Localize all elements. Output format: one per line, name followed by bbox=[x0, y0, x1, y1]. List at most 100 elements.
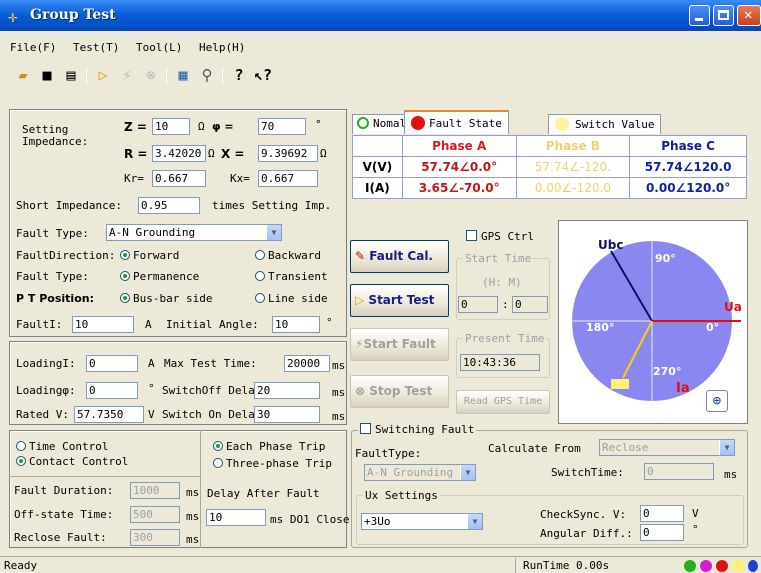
switch-time-input[interactable]: 0 bbox=[644, 463, 714, 480]
kx-label: Kx= bbox=[230, 172, 250, 185]
three-phase-trip-radio[interactable]: Three-phase Trip bbox=[213, 457, 332, 470]
chevron-down-icon: ▼ bbox=[467, 514, 482, 529]
each-phase-trip-radio[interactable]: Each Phase Trip bbox=[213, 440, 325, 453]
maximize-button[interactable] bbox=[713, 5, 734, 26]
start-fault-button[interactable]: ⚡Start Fault bbox=[350, 328, 449, 361]
stop-icon[interactable]: ⊗ bbox=[142, 65, 160, 85]
loading-phi-unit: ° bbox=[148, 382, 155, 395]
permanence-radio[interactable]: Permanence bbox=[120, 270, 199, 283]
gps-ctrl-checkbox[interactable]: GPS Ctrl bbox=[466, 230, 534, 243]
zoom-icon[interactable]: ⚲ bbox=[198, 65, 216, 85]
menu-tool[interactable]: Tool(L) bbox=[136, 41, 182, 54]
radio-icon bbox=[16, 441, 26, 451]
tab-normal[interactable]: Nomal bbox=[352, 114, 412, 134]
fault-type-select[interactable]: A-N Grounding ▼ bbox=[106, 224, 282, 241]
menu-test[interactable]: Test(T) bbox=[73, 41, 119, 54]
save-icon[interactable]: ■ bbox=[38, 65, 56, 85]
print-icon[interactable]: ▤ bbox=[62, 65, 80, 85]
switching-fault-checkbox[interactable]: Switching Fault bbox=[358, 423, 477, 436]
switchon-delay-input[interactable]: 30 bbox=[254, 406, 320, 423]
off-state-time-input[interactable]: 500 bbox=[130, 506, 180, 523]
green-indicator-icon bbox=[684, 560, 696, 572]
each-phase-trip-label: Each Phase Trip bbox=[226, 440, 326, 453]
x-input[interactable]: 9.39692 bbox=[258, 145, 318, 162]
cell-ia: 3.65∠-70.0° bbox=[401, 177, 517, 199]
zoom-button[interactable]: ⊕ bbox=[706, 390, 728, 412]
context-help-icon[interactable]: ↖? bbox=[254, 65, 272, 85]
magenta-indicator-icon bbox=[700, 560, 712, 572]
initial-angle-input[interactable]: 10 bbox=[272, 316, 320, 333]
ia-label: Ia bbox=[676, 381, 690, 396]
read-gps-time-button[interactable]: Read GPS Time bbox=[456, 390, 550, 414]
label-270: 270° bbox=[653, 365, 682, 378]
rated-v-input[interactable]: 57.7350 bbox=[74, 406, 144, 423]
start-test-button[interactable]: ▷ Start Test bbox=[350, 284, 449, 317]
rated-v-label: Rated V: bbox=[16, 408, 69, 421]
fault-duration-input[interactable]: 1000 bbox=[130, 482, 180, 499]
busbar-radio[interactable]: Bus-bar side bbox=[120, 292, 212, 305]
phi-input[interactable]: 70 bbox=[258, 118, 306, 135]
calculate-from-select[interactable]: Reclose ▼ bbox=[599, 439, 735, 456]
close-icon: ✕ bbox=[744, 7, 753, 23]
switchoff-delay-unit: ms bbox=[332, 386, 346, 399]
ux-select[interactable]: +3Uo ▼ bbox=[361, 513, 483, 530]
contact-control-radio[interactable]: Contact Control bbox=[16, 455, 128, 468]
calculate-from-value: Reclose bbox=[602, 441, 649, 454]
loading-phi-input[interactable]: 0 bbox=[86, 382, 138, 399]
tab-fault-state[interactable]: Fault State bbox=[404, 110, 509, 134]
time-control-radio[interactable]: Time Control bbox=[16, 440, 108, 453]
ohm-label: Ω bbox=[198, 120, 205, 133]
r-ohm: Ω bbox=[208, 147, 215, 160]
run-icon[interactable]: ▷ bbox=[94, 65, 112, 85]
gps-minute-input[interactable]: 0 bbox=[512, 296, 548, 313]
forward-radio[interactable]: Forward bbox=[120, 249, 179, 262]
yellow-status-icon bbox=[555, 117, 569, 131]
sw-fault-type-select[interactable]: A-N Grounding ▼ bbox=[364, 464, 476, 481]
present-time-input: 10:43:36 bbox=[460, 354, 540, 371]
forward-label: Forward bbox=[133, 249, 180, 262]
kr-input[interactable]: 0.667 bbox=[152, 170, 206, 187]
gps-hour-input[interactable]: 0 bbox=[458, 296, 498, 313]
transient-radio[interactable]: Transient bbox=[255, 270, 328, 283]
line-side-radio[interactable]: Line side bbox=[255, 292, 328, 305]
max-test-time-input[interactable]: 20000 bbox=[284, 355, 330, 372]
cell-ic: 0.00∠120.0° bbox=[629, 177, 747, 199]
check-sync-input[interactable]: 0 bbox=[640, 505, 684, 522]
max-test-time-unit: ms bbox=[332, 359, 346, 372]
z-input[interactable]: 10 bbox=[152, 118, 190, 135]
menu-file[interactable]: File(F) bbox=[10, 41, 56, 54]
help-icon[interactable]: ? bbox=[230, 65, 248, 85]
close-button[interactable]: ✕ bbox=[737, 5, 761, 26]
delay-after-fault-unit: ms DO1 Close bbox=[270, 513, 350, 526]
minimize-button[interactable] bbox=[689, 5, 710, 26]
reclose-fault-input[interactable]: 300 bbox=[130, 529, 180, 546]
kx-input[interactable]: 0.667 bbox=[258, 170, 318, 187]
switch-time-label: SwitchTime: bbox=[551, 466, 624, 479]
fault-cal-label: Fault Cal. bbox=[369, 249, 433, 263]
tab-switch-value[interactable]: Switch Value bbox=[548, 114, 662, 134]
calculator-icon[interactable]: ▦ bbox=[174, 65, 192, 85]
loading-i-input[interactable]: 0 bbox=[86, 355, 138, 372]
table-header: Phase A bbox=[401, 135, 517, 157]
short-impedance-input[interactable]: 0.95 bbox=[138, 197, 200, 214]
r-input[interactable]: 3.42020 bbox=[152, 145, 206, 162]
menu-help[interactable]: Help(H) bbox=[199, 41, 245, 54]
backward-radio[interactable]: Backward bbox=[255, 249, 321, 262]
lightning-icon[interactable]: ⚡ bbox=[118, 65, 136, 85]
pt-position-text: P T Position: bbox=[16, 292, 94, 305]
fault-cal-button[interactable]: ✎ Fault Cal. bbox=[350, 240, 449, 273]
cell-vc: 57.74∠120.0 bbox=[629, 156, 747, 178]
start-time-title: Start Time bbox=[463, 252, 534, 265]
stop-test-button[interactable]: ⊗ Stop Test bbox=[350, 375, 449, 408]
radio-icon bbox=[120, 250, 130, 260]
ux-settings-title: Ux Settings bbox=[363, 489, 440, 502]
open-icon[interactable]: ▰ bbox=[14, 65, 32, 85]
angular-diff-input[interactable]: 0 bbox=[640, 524, 684, 541]
check-sync-label: CheckSync. V: bbox=[540, 508, 627, 521]
calculate-from-label: Calculate From bbox=[488, 442, 581, 455]
delay-after-fault-input[interactable]: 10 bbox=[206, 509, 266, 526]
switchoff-delay-input[interactable]: 20 bbox=[254, 382, 320, 399]
cell-va: 57.74∠0.0° bbox=[401, 156, 517, 178]
switchoff-delay-label: SwitchOff Delay: bbox=[162, 384, 268, 397]
fault-i-input[interactable]: 10 bbox=[72, 316, 134, 333]
